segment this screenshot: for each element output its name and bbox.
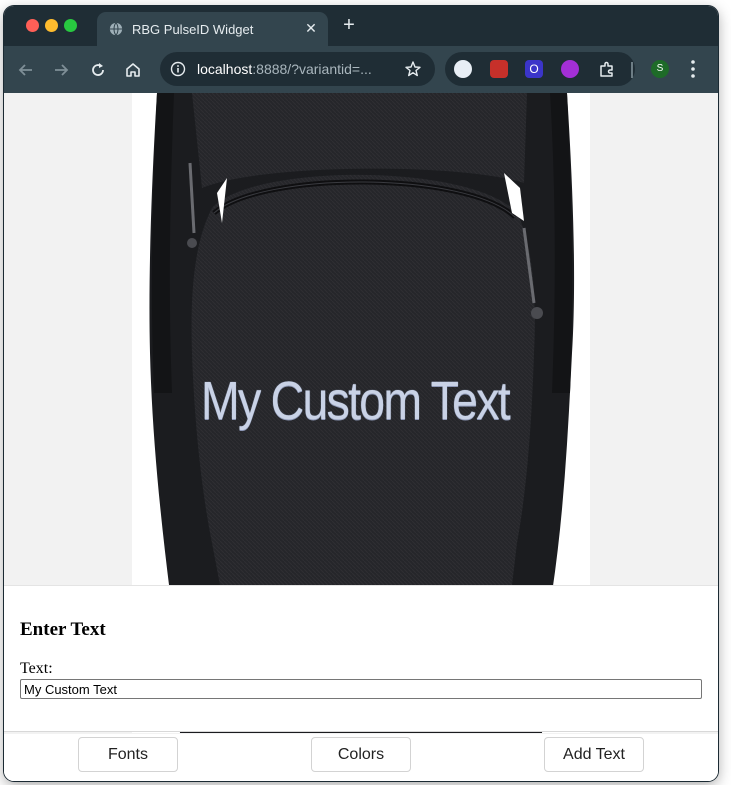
arrow-right-icon — [55, 64, 69, 76]
profile-avatar[interactable]: S — [651, 60, 669, 78]
url-host: localhost — [197, 61, 253, 77]
add-text-button[interactable]: Add Text — [544, 737, 644, 772]
custom-text-input[interactable] — [20, 679, 702, 699]
text-field-label: Text: — [20, 660, 53, 677]
new-tab-button[interactable]: + — [338, 15, 360, 37]
close-window-button[interactable] — [26, 19, 39, 32]
book-icon[interactable] — [490, 60, 508, 78]
url-rest: :8888/?variantid=... — [252, 61, 372, 77]
home-button[interactable] — [121, 58, 145, 82]
browser-tab[interactable]: RBG PulseID Widget ✕ — [97, 12, 328, 46]
more-menu-icon[interactable] — [688, 58, 698, 80]
o-icon[interactable]: O — [525, 60, 543, 78]
panel-title: Enter Text — [20, 619, 106, 640]
address-bar[interactable]: localhost:8888/?variantid=... — [160, 52, 435, 86]
arrow-left-icon — [18, 64, 32, 76]
page-content: My Custom Text Enter Text Text: Fonts Co… — [4, 93, 718, 781]
extensions-area: O — [445, 52, 635, 86]
maximize-window-button[interactable] — [64, 19, 77, 32]
custom-text-preview: My Custom Text — [201, 371, 511, 431]
back-button[interactable] — [14, 58, 38, 82]
globe-icon — [109, 22, 123, 36]
browser-toolbar: localhost:8888/?variantid=... O S — [4, 46, 718, 93]
browser-window: RBG PulseID Widget ✕ + localhost:8888/?v… — [4, 6, 718, 781]
forward-button[interactable] — [49, 58, 73, 82]
minimize-window-button[interactable] — [45, 19, 58, 32]
fonts-button[interactable]: Fonts — [78, 737, 178, 772]
url-text: localhost:8888/?variantid=... — [197, 61, 372, 77]
reload-icon — [92, 63, 104, 76]
home-icon — [126, 63, 140, 77]
tab-strip: RBG PulseID Widget ✕ + — [4, 6, 718, 46]
close-icon[interactable]: ✕ — [302, 19, 320, 37]
toolbar-divider — [631, 62, 633, 78]
action-bar: Fonts Colors Add Text — [4, 734, 718, 781]
puzzle-icon[interactable] — [598, 60, 616, 78]
tab-title: RBG PulseID Widget — [132, 22, 254, 37]
reload-button[interactable] — [86, 58, 110, 82]
colors-button[interactable]: Colors — [311, 737, 411, 772]
star-icon[interactable] — [404, 60, 422, 78]
info-icon[interactable] — [170, 61, 186, 77]
password-manager-icon[interactable] — [454, 60, 472, 78]
text-entry-panel: Enter Text Text: — [4, 585, 718, 732]
scan-icon[interactable] — [561, 60, 579, 78]
